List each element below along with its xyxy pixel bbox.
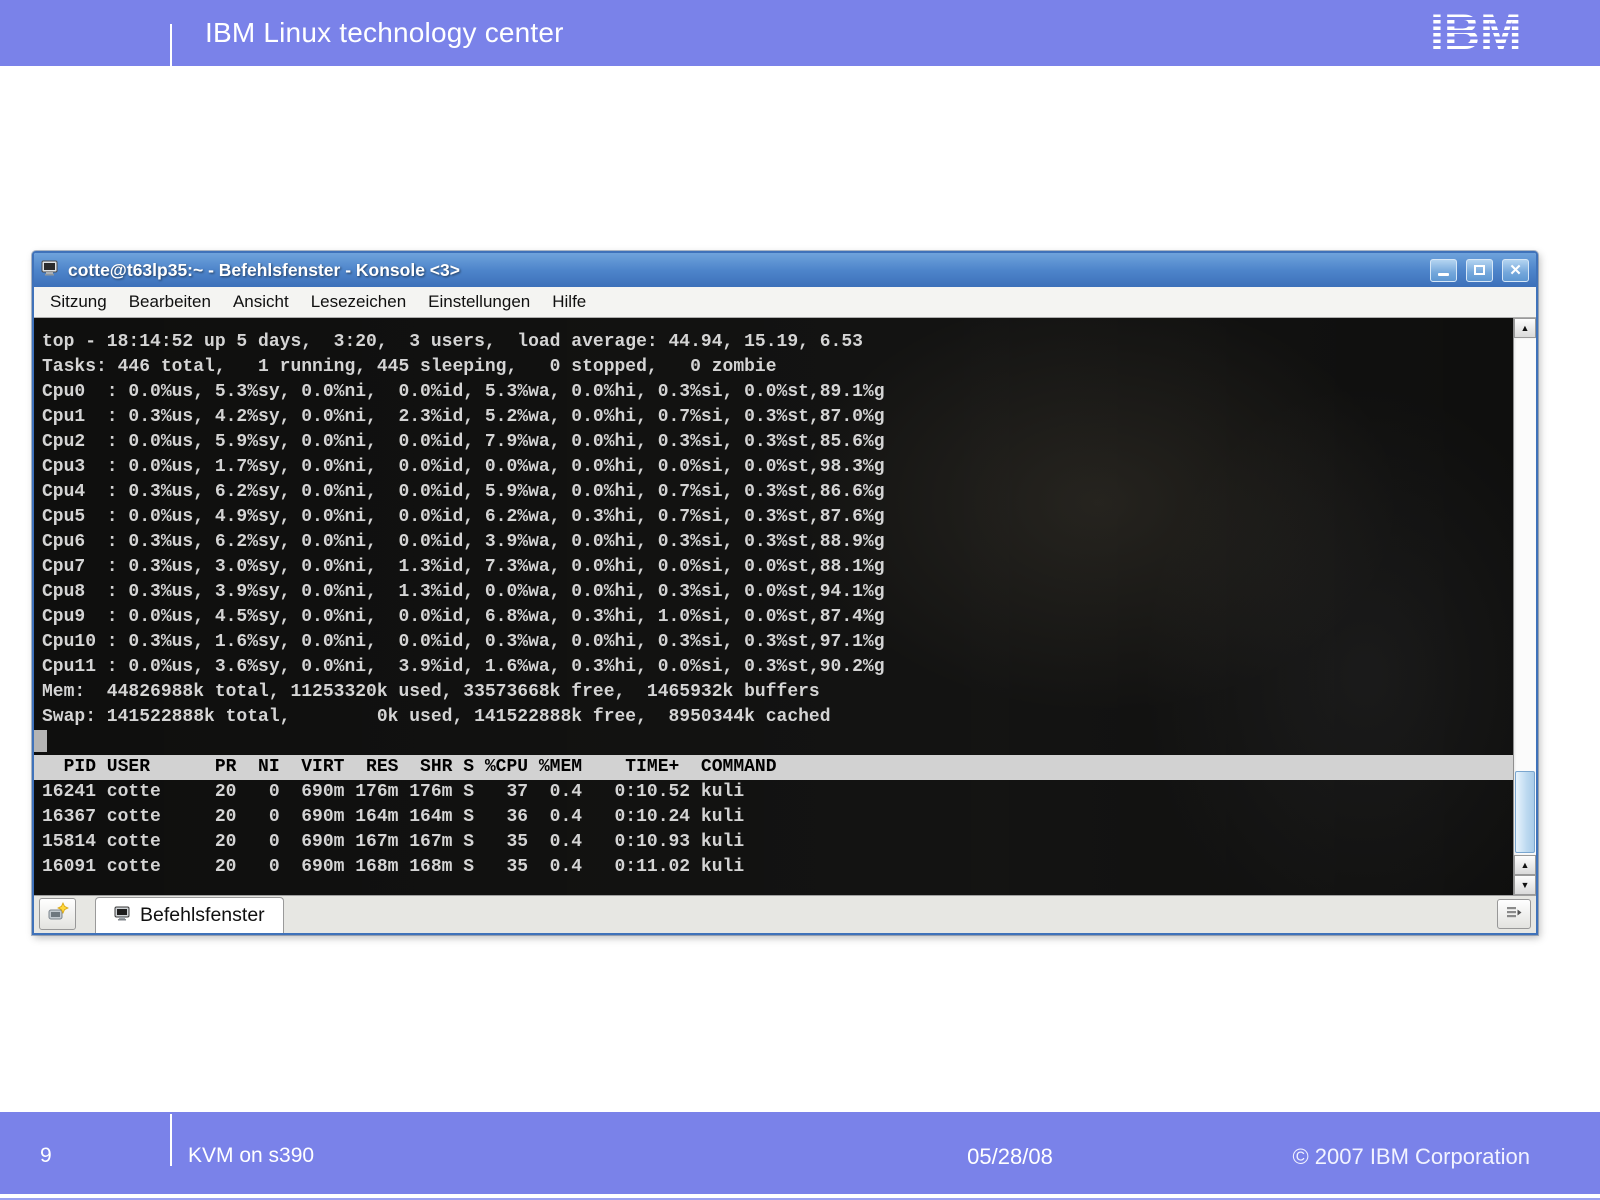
konsole-window: cotte@t63lp35:~ - Befehlsfenster - Konso…	[32, 251, 1538, 935]
session-tab-bar: Befehlsfenster	[34, 895, 1536, 933]
menu-item[interactable]: Einstellungen	[417, 289, 541, 315]
terminal-cursor-line	[34, 730, 1513, 755]
scroll-up-icon: ▲	[1521, 860, 1530, 870]
terminal-cursor	[34, 730, 47, 752]
process-row: 16091 cotte 20 0 690m 168m 168m S 35 0.4…	[34, 855, 1513, 880]
slide-footer-band: 9 KVM on s390 05/28/08 © 2007 IBM Corpor…	[0, 1112, 1600, 1194]
close-button[interactable]: ✕	[1502, 259, 1529, 282]
footer-date: 05/28/08	[900, 1144, 1120, 1170]
terminal-line: Cpu0 : 0.0%us, 5.3%sy, 0.0%ni, 0.0%id, 5…	[34, 380, 1513, 405]
minimize-icon	[1438, 273, 1449, 276]
minimize-button[interactable]	[1430, 259, 1457, 282]
terminal-line: Cpu7 : 0.3%us, 3.0%sy, 0.0%ni, 1.3%id, 7…	[34, 555, 1513, 580]
menu-bar: SitzungBearbeitenAnsichtLesezeichenEinst…	[34, 287, 1536, 318]
terminal-line: Cpu6 : 0.3%us, 6.2%sy, 0.0%ni, 0.0%id, 3…	[34, 530, 1513, 555]
ibm-logo: IBM	[1430, 6, 1552, 61]
top-table-header: PID USER PR NI VIRT RES SHR S %CPU %MEM …	[34, 755, 1513, 780]
scroll-up-icon: ▲	[1521, 323, 1530, 333]
maximize-icon	[1474, 265, 1485, 275]
menu-item[interactable]: Ansicht	[222, 289, 300, 315]
tab-befehlsfenster[interactable]: Befehlsfenster	[95, 897, 284, 933]
process-row: 15814 cotte 20 0 690m 167m 167m S 35 0.4…	[34, 830, 1513, 855]
slide-header-band: IBM Linux technology center IBM	[0, 0, 1600, 66]
session-list-icon	[1505, 904, 1523, 925]
terminal-viewport[interactable]: top - 18:14:52 up 5 days, 3:20, 3 users,…	[34, 318, 1513, 895]
new-session-icon	[47, 902, 69, 927]
terminal-scrollbar[interactable]: ▲ ▲ ▼	[1513, 318, 1536, 895]
terminal-line: Swap: 141522888k total, 0k used, 1415228…	[34, 705, 1513, 730]
window-title: cotte@t63lp35:~ - Befehlsfenster - Konso…	[68, 260, 460, 281]
terminal-line: Cpu9 : 0.0%us, 4.5%sy, 0.0%ni, 0.0%id, 6…	[34, 605, 1513, 630]
terminal-line: top - 18:14:52 up 5 days, 3:20, 3 users,…	[34, 330, 1513, 355]
menu-item[interactable]: Bearbeiten	[118, 289, 222, 315]
scroll-down-button[interactable]: ▼	[1514, 875, 1536, 895]
scrollbar-thumb[interactable]	[1515, 771, 1535, 853]
scroll-up-button[interactable]: ▲	[1514, 318, 1536, 338]
terminal-line: Mem: 44826988k total, 11253320k used, 33…	[34, 680, 1513, 705]
slide-header-title: IBM Linux technology center	[205, 0, 564, 66]
header-divider	[170, 24, 172, 66]
page-number: 9	[40, 1144, 52, 1168]
terminal-line: Cpu2 : 0.0%us, 5.9%sy, 0.0%ni, 0.0%id, 7…	[34, 430, 1513, 455]
terminal-line: Cpu5 : 0.0%us, 4.9%sy, 0.0%ni, 0.0%id, 6…	[34, 505, 1513, 530]
scroll-down-icon: ▼	[1521, 880, 1530, 890]
menu-item[interactable]: Sitzung	[39, 289, 118, 315]
scrollbar-track[interactable]	[1514, 338, 1536, 855]
close-icon: ✕	[1509, 263, 1522, 278]
footer-section-title: KVM on s390	[188, 1144, 314, 1168]
scroll-up-button-bottom[interactable]: ▲	[1514, 855, 1536, 875]
process-row: 16241 cotte 20 0 690m 176m 176m S 37 0.4…	[34, 780, 1513, 805]
terminal-line: Cpu1 : 0.3%us, 4.2%sy, 0.0%ni, 2.3%id, 5…	[34, 405, 1513, 430]
process-row: 16367 cotte 20 0 690m 164m 164m S 36 0.4…	[34, 805, 1513, 830]
menu-item[interactable]: Lesezeichen	[300, 289, 417, 315]
window-titlebar[interactable]: cotte@t63lp35:~ - Befehlsfenster - Konso…	[34, 253, 1536, 287]
menu-item[interactable]: Hilfe	[541, 289, 597, 315]
terminal-line: Cpu11 : 0.0%us, 3.6%sy, 0.0%ni, 3.9%id, …	[34, 655, 1513, 680]
maximize-button[interactable]	[1466, 259, 1493, 282]
tab-label: Befehlsfenster	[140, 904, 265, 927]
terminal-line: Tasks: 446 total, 1 running, 445 sleepin…	[34, 355, 1513, 380]
new-session-button[interactable]	[39, 898, 76, 930]
tab-terminal-icon	[114, 904, 131, 927]
footer-copyright: © 2007 IBM Corporation	[1292, 1144, 1530, 1170]
footer-divider	[170, 1114, 172, 1166]
terminal-line: Cpu4 : 0.3%us, 6.2%sy, 0.0%ni, 0.0%id, 5…	[34, 480, 1513, 505]
session-list-button[interactable]	[1497, 899, 1531, 929]
terminal-line: Cpu10 : 0.3%us, 1.6%sy, 0.0%ni, 0.0%id, …	[34, 630, 1513, 655]
terminal-line: Cpu3 : 0.0%us, 1.7%sy, 0.0%ni, 0.0%id, 0…	[34, 455, 1513, 480]
window-terminal-icon	[41, 260, 59, 281]
terminal-line: Cpu8 : 0.3%us, 3.9%sy, 0.0%ni, 1.3%id, 0…	[34, 580, 1513, 605]
